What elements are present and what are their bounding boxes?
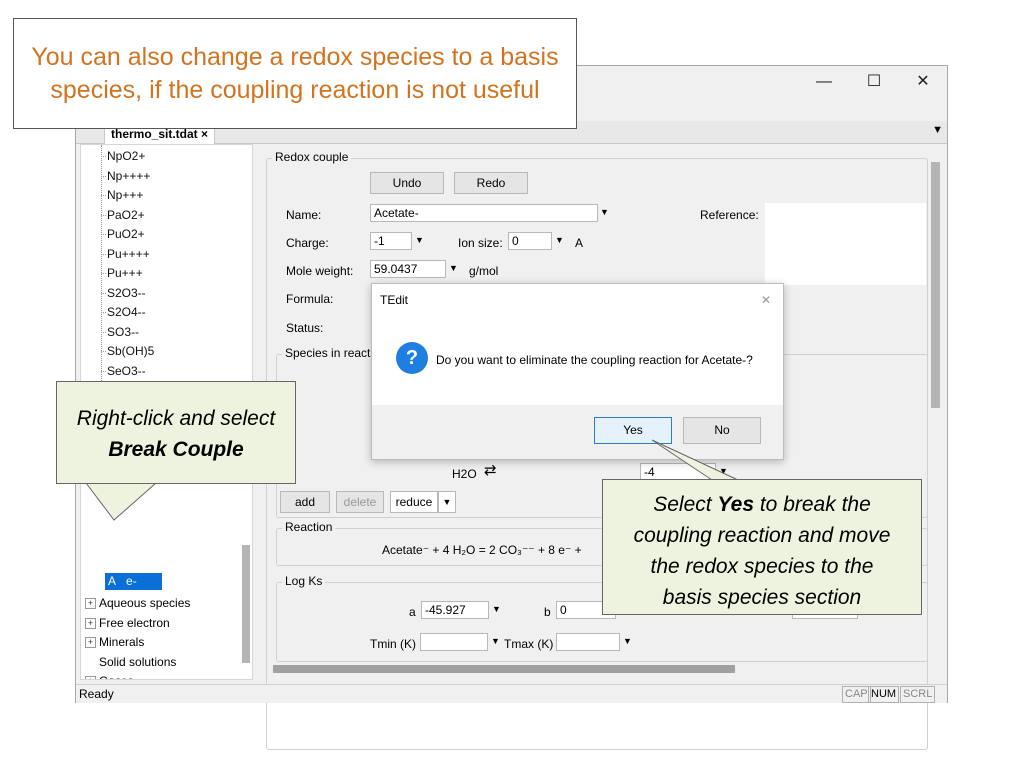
right-callout-line-1: Select Yes to break the (603, 489, 921, 520)
right-callout-pre: Select (653, 493, 718, 516)
right-callout-yes: Yes (717, 493, 755, 516)
right-callout-line-3: the redox species to the (650, 555, 874, 578)
top-callout-line-2: species, if the coupling reaction is not… (50, 76, 540, 104)
left-callout-pointer (84, 482, 158, 521)
top-callout: You can also change a redox species to a… (13, 18, 577, 129)
left-callout-line-1: Right-click and select (76, 407, 276, 430)
right-callout-line-2: coupling reaction and move (633, 524, 891, 547)
right-callout-pointer (651, 439, 739, 481)
left-callout-line-2: Break Couple (108, 438, 244, 461)
left-callout: Right-click and select Break Couple (56, 381, 296, 484)
right-callout-post: to break the (754, 493, 871, 516)
right-callout: Select Yes to break the coupling reactio… (602, 479, 922, 615)
right-callout-line-4: basis species section (662, 586, 862, 609)
top-callout-line-1: You can also change a redox species to a… (31, 43, 559, 71)
